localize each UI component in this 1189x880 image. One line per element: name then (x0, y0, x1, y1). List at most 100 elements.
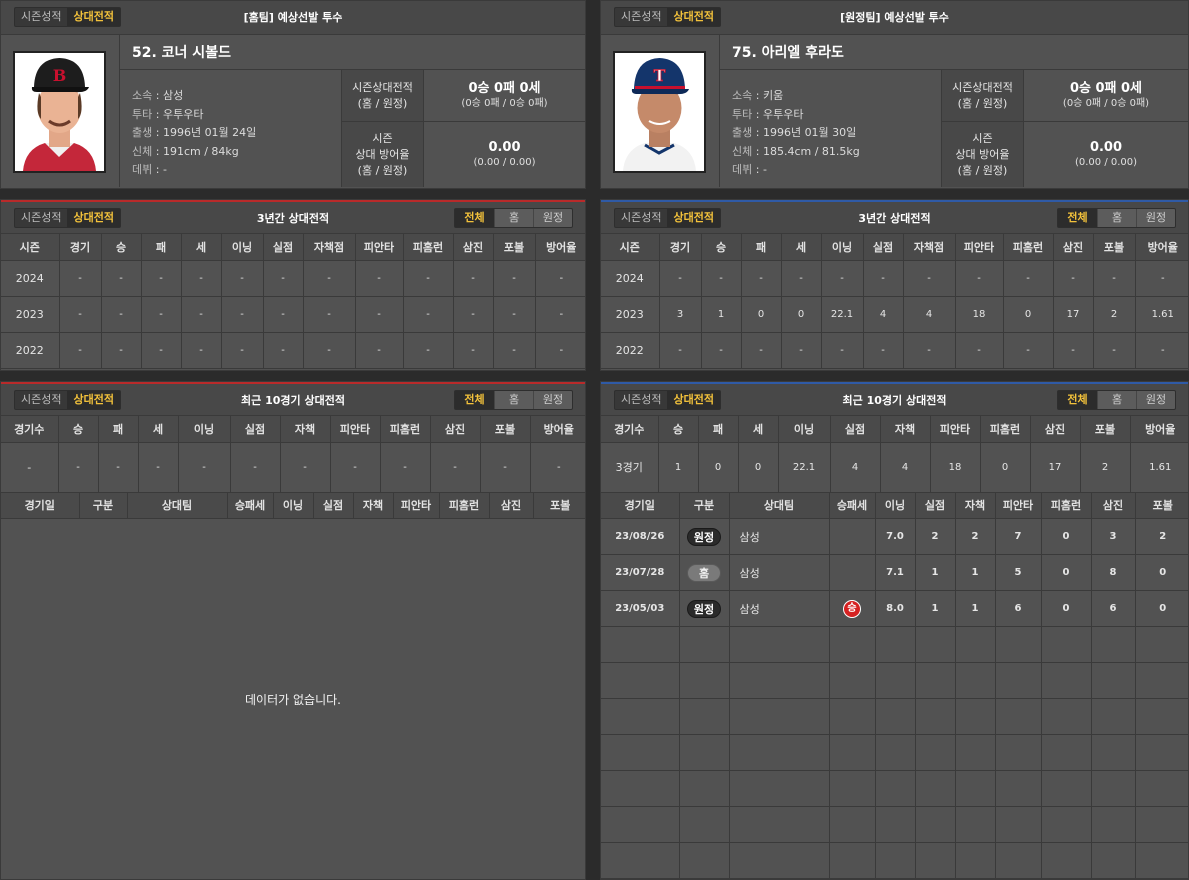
stat-cell: - (781, 332, 822, 369)
column-header: 삼진 (453, 234, 494, 261)
tab-versus-stats[interactable]: 상대전적 (667, 209, 720, 227)
stat-cell: - (453, 296, 494, 333)
empty-cell (679, 842, 730, 879)
tab-versus-stats[interactable]: 상대전적 (67, 8, 120, 26)
tab-season-stats[interactable]: 시즌성적 (615, 209, 667, 227)
tab-season-stats[interactable]: 시즌성적 (615, 8, 667, 26)
filter-home[interactable]: 홈 (1097, 391, 1136, 409)
empty-cell (1091, 626, 1136, 663)
filter-away[interactable]: 원정 (1136, 209, 1175, 227)
empty-cell (829, 626, 876, 663)
empty-cell (729, 842, 830, 879)
column-header: 방어율 (1135, 234, 1188, 261)
filter-home[interactable]: 홈 (494, 391, 533, 409)
empty-cell (679, 698, 730, 735)
season-cell: 2023 (601, 296, 660, 333)
empty-cell (1091, 842, 1136, 879)
filter-away[interactable]: 원정 (1136, 391, 1175, 409)
summary-cell: - (330, 442, 381, 493)
stat-cell: - (1003, 332, 1054, 369)
away-three-year-panel: 시즌성적 상대전적 3년간 상대전적 전체 홈 원정 시즌 경기 승 패 세 이닝 실점 자책… (600, 199, 1189, 371)
column-header: 삼진 (1091, 492, 1136, 519)
filter-away[interactable]: 원정 (533, 391, 572, 409)
empty-cell (955, 806, 996, 843)
column-header: 경기일 (1, 492, 80, 519)
away-profile-tabs: 시즌성적 상대전적 (614, 7, 721, 27)
empty-cell (829, 842, 876, 879)
home-three-year-table: 시즌 경기 승 패 세 이닝 실점 자책점 피안타 피홈런 삼진 포볼 방어율 2024- - - - - - - -… (1, 234, 585, 369)
info-birth: 출생 : 1996년 01월 24일 (132, 126, 257, 139)
table-row: 2022- - - - - - - - - - - - (1, 332, 585, 369)
column-header: 실점 (863, 234, 904, 261)
game-bb-cell: 0 (1135, 554, 1188, 591)
home-recent-summary-table: 경기수 승 패 세 이닝 실점 자책 피안타 피홈런 삼진 포볼 방어율 ------------ (1, 416, 585, 493)
away-player-info: 소속 : 키움 투타 : 우투우타 출생 : 1996년 01월 30일 신체 … (719, 70, 941, 187)
empty-cell (601, 842, 680, 879)
column-header: 경기 (659, 234, 702, 261)
empty-cell (601, 626, 680, 663)
tab-season-stats[interactable]: 시즌성적 (615, 391, 667, 409)
home-era-value: 0.00 (488, 139, 521, 155)
column-header: 포볼 (1135, 492, 1188, 519)
filter-home[interactable]: 홈 (1097, 209, 1136, 227)
away-recent-summary-table: 경기수 승 패 세 이닝 실점 자책 피안타 피홈런 삼진 포볼 방어율 3경기 1 0 0 22.1 4 4 18… (601, 416, 1188, 493)
away-era-row: 시즌 상대 방어율 (홈 / 원정) 0.00 (0.00 / 0.00) (941, 122, 1188, 187)
column-header: 세 (781, 234, 822, 261)
home-profile-header: 시즌성적 상대전적 [홈팀] 예상선발 투수 (1, 1, 585, 35)
tab-versus-stats[interactable]: 상대전적 (667, 391, 720, 409)
filter-away[interactable]: 원정 (533, 209, 572, 227)
empty-cell (1135, 734, 1188, 771)
empty-row (601, 806, 1188, 843)
home-three-year-filter: 전체 홈 원정 (454, 208, 573, 228)
column-header: 이닝 (178, 416, 231, 443)
column-header: 이닝 (875, 492, 916, 519)
game-type-badge: 원정 (687, 599, 721, 618)
tab-versus-stats[interactable]: 상대전적 (67, 391, 120, 409)
home-player-info: 소속 : 삼성 투타 : 우투우타 출생 : 1996년 01월 24일 신체 … (119, 70, 341, 187)
stat-cell: - (741, 332, 782, 369)
game-so-cell: 3 (1091, 518, 1136, 555)
filter-all[interactable]: 전체 (1058, 209, 1097, 227)
game-type-cell: 원정 (679, 518, 730, 555)
column-header: 승 (101, 234, 142, 261)
empty-cell (1091, 734, 1136, 771)
tab-season-stats[interactable]: 시즌성적 (15, 209, 67, 227)
column-header: 자책 (353, 492, 394, 519)
home-profile-tabs: 시즌성적 상대전적 (14, 7, 121, 27)
empty-cell (729, 770, 830, 807)
filter-home[interactable]: 홈 (494, 209, 533, 227)
column-header: 이닝 (273, 492, 314, 519)
stat-cell: - (181, 296, 222, 333)
empty-row (601, 626, 1188, 663)
summary-cell: 1.61 (1130, 442, 1188, 493)
home-profile-body: B 52. 코너 시볼드 소속 : 삼성 투타 : 우투우타 출생 : 1996… (1, 35, 585, 187)
summary-cell: - (380, 442, 431, 493)
game-row: 23/07/28 홈 삼성 7.1 1 1 5 0 8 0 (601, 554, 1188, 591)
tab-versus-stats[interactable]: 상대전적 (67, 209, 120, 227)
filter-all[interactable]: 전체 (455, 391, 494, 409)
empty-cell (1135, 842, 1188, 879)
filter-all[interactable]: 전체 (455, 209, 494, 227)
stat-cell: - (221, 332, 264, 369)
empty-row (601, 662, 1188, 699)
stat-cell: - (535, 296, 585, 333)
stat-cell: - (221, 296, 264, 333)
season-cell: 2023 (1, 296, 60, 333)
empty-cell (875, 662, 916, 699)
tab-season-stats[interactable]: 시즌성적 (15, 8, 67, 26)
filter-all[interactable]: 전체 (1058, 391, 1097, 409)
empty-row (601, 734, 1188, 771)
tab-versus-stats[interactable]: 상대전적 (667, 8, 720, 26)
summary-cell: - (480, 442, 531, 493)
column-header: 포볼 (1093, 234, 1136, 261)
tab-season-stats[interactable]: 시즌성적 (15, 391, 67, 409)
away-versus-record-row: 시즌상대전적 (홈 / 원정) 0승 0패 0세 (0승 0패 / 0승 0패) (941, 70, 1188, 122)
home-profile-panel: 시즌성적 상대전적 [홈팀] 예상선발 투수 B 52. 코너 시볼드 소속 :… (0, 0, 586, 189)
game-hr-cell: 0 (1041, 518, 1092, 555)
column-header: 시즌 (601, 234, 660, 261)
summary-cell: - (178, 442, 231, 493)
game-ip-cell: 8.0 (875, 590, 916, 627)
column-header: 승 (58, 416, 99, 443)
season-cell: 2022 (601, 332, 660, 369)
home-recent-games-table: 경기일 구분 상대팀 승패세 이닝 실점 자책 피안타 피홈런 삼진 포볼 (1, 492, 585, 519)
